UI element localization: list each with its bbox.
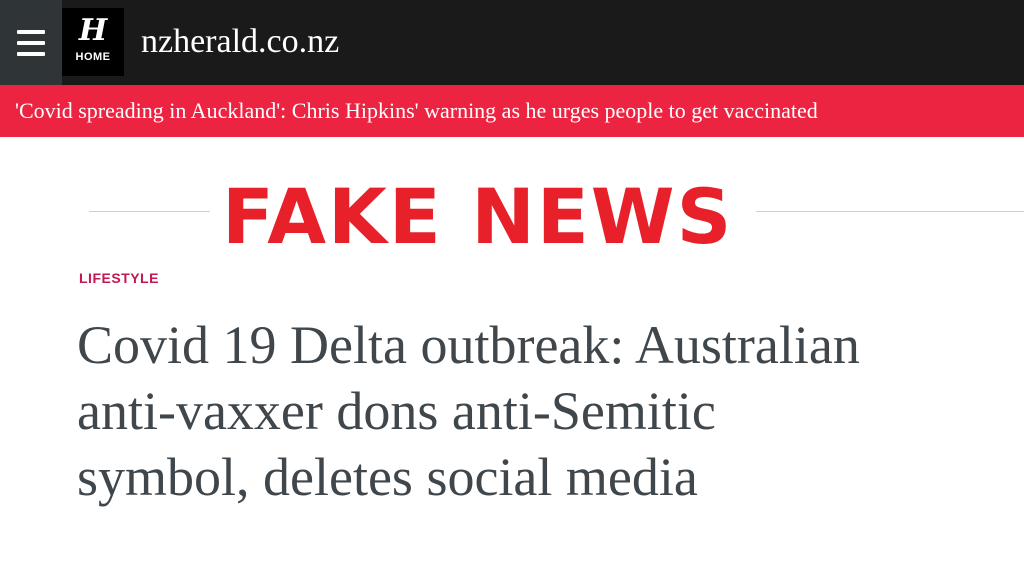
site-name-link[interactable]: nzherald.co.nz bbox=[141, 20, 339, 64]
menu-bar bbox=[17, 40, 45, 45]
site-header: H HOME nzherald.co.nz bbox=[0, 0, 1024, 85]
fake-news-stamp: FAKE NEWS bbox=[222, 172, 734, 261]
menu-bar bbox=[17, 51, 45, 56]
menu-bar bbox=[17, 29, 45, 34]
section-label-link[interactable]: LIFESTYLE bbox=[79, 268, 159, 288]
home-logo-button[interactable]: H HOME bbox=[62, 8, 124, 76]
hamburger-menu-icon[interactable] bbox=[0, 0, 62, 85]
breaking-news-banner[interactable]: 'Covid spreading in Auckland': Chris Hip… bbox=[0, 85, 1024, 137]
article-headline: Covid 19 Delta outbreak: Australian anti… bbox=[77, 315, 860, 507]
home-label: HOME bbox=[75, 51, 111, 63]
breaking-news-text: 'Covid spreading in Auckland': Chris Hip… bbox=[15, 98, 818, 123]
herald-logo-icon: H bbox=[78, 13, 108, 48]
